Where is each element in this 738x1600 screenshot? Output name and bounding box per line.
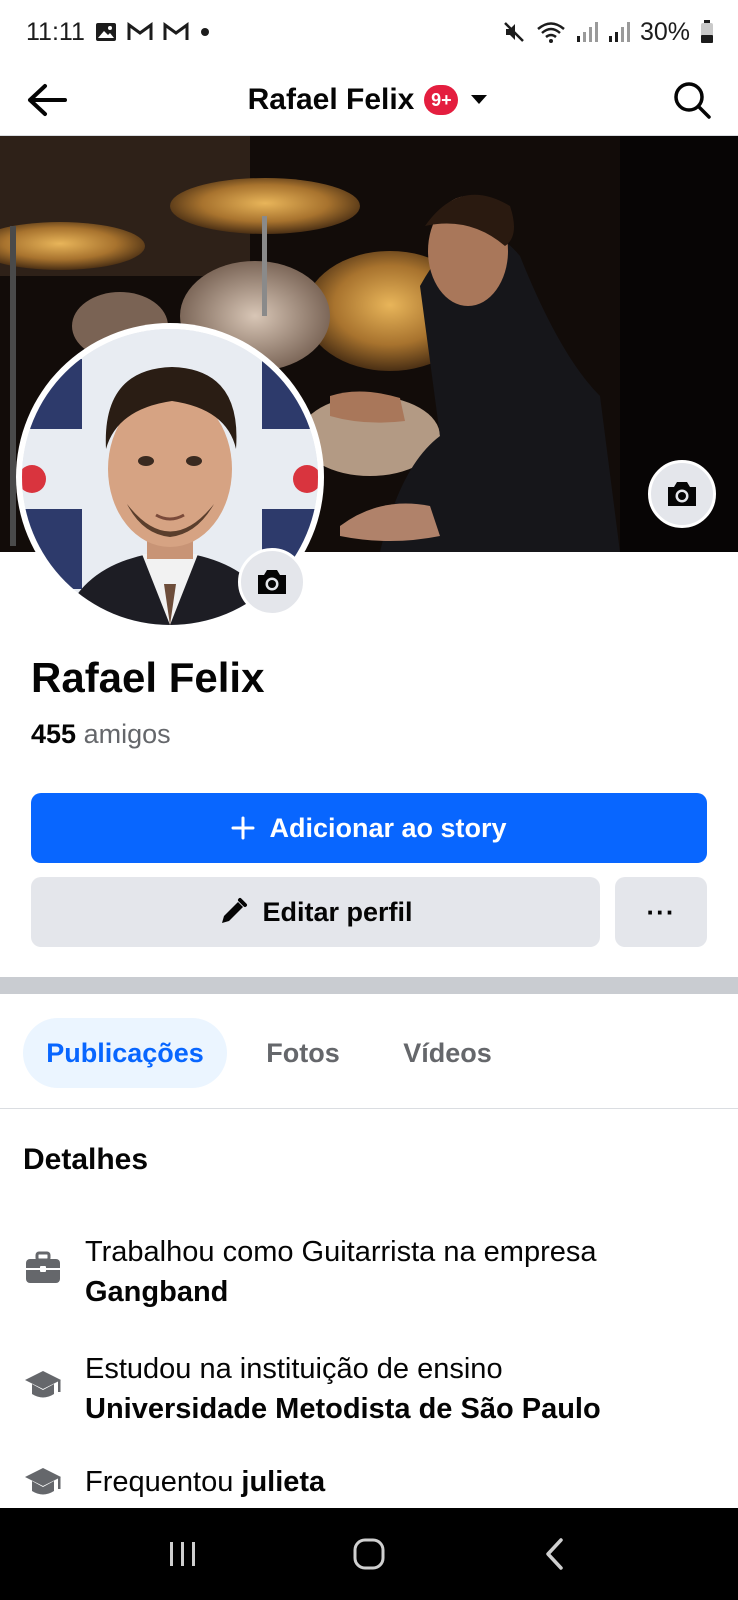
details-heading: Detalhes [23, 1143, 149, 1176]
system-nav-bar [0, 1508, 738, 1600]
gmail-icon [163, 22, 189, 42]
tab-videos[interactable]: Vídeos [385, 1018, 510, 1088]
camera-icon [258, 570, 286, 594]
recent-apps-icon [170, 1542, 195, 1566]
header-title: Rafael Felix [247, 83, 415, 116]
detail-item-education[interactable]: Estudou na instituição de ensino Univers… [23, 1349, 723, 1429]
edit-profile-picture-button[interactable] [238, 548, 306, 616]
app-header: Rafael Felix 9+ [0, 64, 738, 136]
search-icon [674, 82, 711, 119]
add-to-story-button[interactable]: Adicionar ao story [31, 793, 707, 863]
profile-name: Rafael Felix [31, 654, 265, 701]
battery-icon [700, 20, 714, 44]
signal-icon [608, 21, 630, 43]
friends-label: amigos [83, 719, 171, 749]
ellipsis-icon: ··· [646, 896, 676, 927]
detail-work-text: Trabalhou como Guitarrista na empresa [85, 1236, 597, 1268]
detail-school-text: Frequentou [85, 1466, 234, 1498]
detail-text-work: Trabalhou como Guitarrista na empresa Ga… [85, 1232, 597, 1312]
wifi-icon [536, 20, 566, 44]
pencil-icon [222, 898, 248, 923]
notification-badge: 9+ [424, 85, 459, 115]
detail-education-school: Universidade Metodista de São Paulo [85, 1393, 601, 1425]
camera-icon [668, 482, 696, 506]
gmail-icon [127, 22, 153, 42]
status-bar: 11:11 30% [0, 0, 738, 64]
battery-percent: 30% [639, 17, 690, 46]
friends-link[interactable]: 455 amigos [31, 719, 171, 750]
profile-switcher[interactable]: Rafael Felix 9+ [0, 76, 738, 124]
image-icon [95, 22, 117, 42]
home-button[interactable] [334, 1524, 404, 1584]
graduation-cap-icon [23, 1365, 63, 1405]
friends-count: 455 [31, 719, 77, 749]
system-back-button[interactable] [520, 1524, 590, 1584]
detail-text-school: Frequentou julieta [85, 1462, 325, 1502]
add-to-story-label: Adicionar ao story [269, 812, 507, 843]
status-right: 30% [502, 18, 714, 47]
dot-icon [199, 26, 211, 38]
tab-publicacoes[interactable]: Publicações [23, 1018, 227, 1088]
detail-item-school[interactable]: Frequentou julieta [23, 1462, 723, 1502]
detail-school-name: julieta [241, 1466, 326, 1498]
signal-icon [576, 21, 598, 43]
status-time: 11:11 [26, 17, 85, 46]
edit-cover-photo-button[interactable] [648, 460, 716, 528]
profile-tabs: Publicações Fotos Vídeos [0, 1005, 738, 1109]
chevron-left-icon [546, 1538, 563, 1570]
mute-icon [502, 20, 526, 44]
detail-education-text: Estudou na instituição de ensino [85, 1353, 503, 1385]
home-icon [353, 1538, 385, 1570]
section-divider [0, 977, 738, 994]
edit-profile-button[interactable]: Editar perfil [31, 877, 600, 947]
edit-profile-label: Editar perfil [262, 896, 413, 927]
caret-down-icon [471, 95, 488, 104]
detail-item-work[interactable]: Trabalhou como Guitarrista na empresa Ga… [23, 1232, 723, 1312]
briefcase-icon [23, 1248, 63, 1288]
status-left: 11:11 [26, 18, 211, 47]
graduation-cap-icon [23, 1462, 63, 1502]
search-button[interactable] [668, 76, 716, 124]
plus-icon [231, 816, 255, 840]
tab-fotos[interactable]: Fotos [248, 1018, 358, 1088]
detail-text-education: Estudou na instituição de ensino Univers… [85, 1349, 601, 1429]
recent-apps-button[interactable] [148, 1524, 218, 1584]
more-options-button[interactable]: ··· [615, 877, 707, 947]
detail-work-company: Gangband [85, 1276, 229, 1308]
